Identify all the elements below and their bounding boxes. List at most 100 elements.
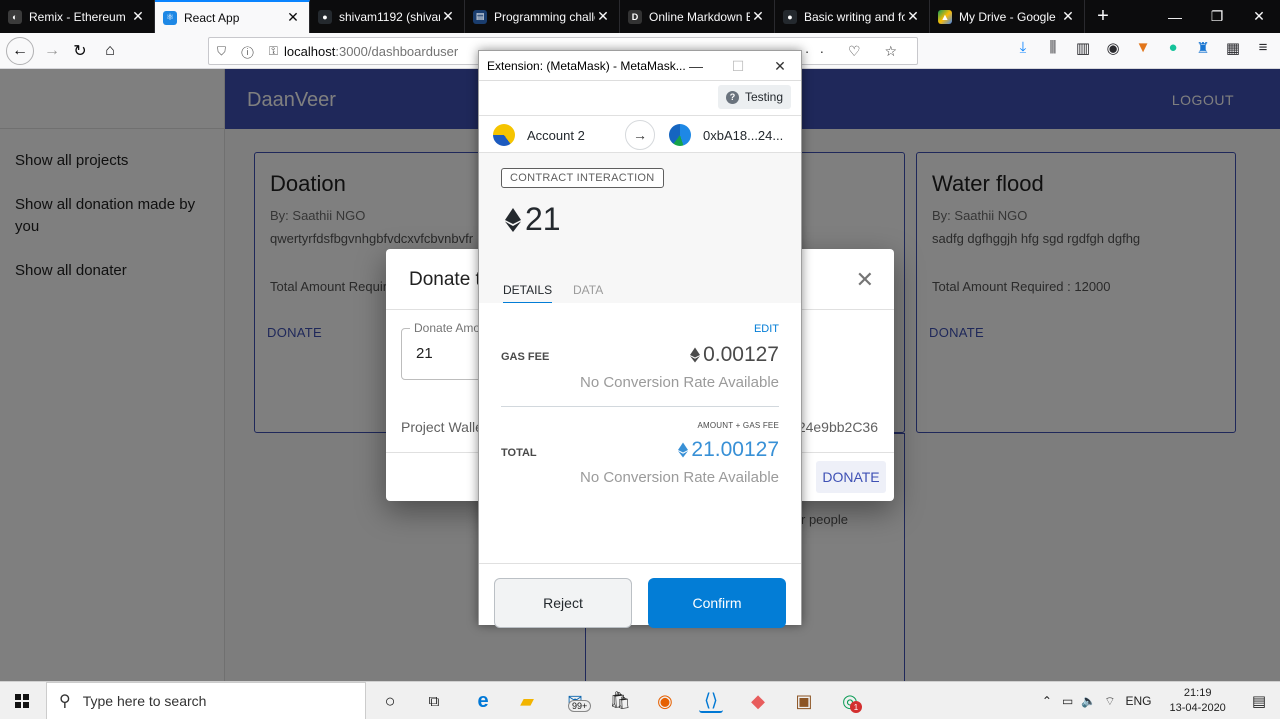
popup-title: Extension: (MetaMask) - MetaMask... bbox=[487, 58, 686, 73]
volume-icon[interactable]: 🔈 bbox=[1077, 694, 1100, 708]
maximize-button[interactable]: ❐ bbox=[1196, 0, 1238, 33]
start-button[interactable] bbox=[0, 682, 44, 719]
minimize-button[interactable]: — bbox=[675, 51, 717, 81]
amount-gas-label: AMOUNT + GAS FEE bbox=[697, 421, 779, 430]
network-selector[interactable]: ? Testing bbox=[717, 85, 791, 109]
reload-button[interactable]: ↻ bbox=[66, 37, 94, 65]
gas-conversion: No Conversion Rate Available bbox=[579, 374, 779, 391]
tab-label: shivam1192 (shivam bbox=[339, 9, 440, 24]
tab-google-drive[interactable]: ▲ My Drive - Google Drive ✕ bbox=[930, 0, 1085, 33]
detail-tabs: DETAILS DATA bbox=[479, 283, 801, 304]
library-icon[interactable]: ⫼ bbox=[1044, 39, 1062, 57]
toolbar-icons: ⤓ ⫼ ▥ ◉ ▼ ● ♜ ▦ ≡ bbox=[1014, 39, 1272, 57]
close-tab-icon[interactable]: ✕ bbox=[130, 8, 146, 25]
recipient-avatar-icon bbox=[669, 124, 691, 146]
tab-programming[interactable]: ▤ Programming challenges ✕ bbox=[465, 0, 620, 33]
minimize-button[interactable]: — bbox=[1154, 0, 1196, 33]
close-icon[interactable]: ✕ bbox=[856, 267, 874, 293]
wifi-icon[interactable]: ⌔ bbox=[1100, 694, 1119, 709]
extensions-menu-icon[interactable]: ▦ bbox=[1224, 39, 1242, 57]
dialog-donate-button[interactable]: DONATE bbox=[816, 461, 886, 493]
file-explorer-icon[interactable]: ▰ bbox=[515, 689, 539, 713]
store-icon[interactable]: 🛍 bbox=[608, 689, 632, 713]
help-icon: ? bbox=[725, 90, 739, 104]
close-tab-icon[interactable]: ✕ bbox=[750, 8, 766, 25]
ethereum-icon bbox=[678, 442, 689, 458]
app-icon[interactable]: ▣ bbox=[792, 689, 816, 713]
transaction-type-chip: CONTRACT INTERACTION bbox=[501, 168, 664, 188]
gas-fee-label: GAS FEE bbox=[501, 351, 550, 363]
extension-icon[interactable]: ♜ bbox=[1194, 39, 1212, 57]
windows-logo-icon bbox=[15, 694, 29, 708]
hamburger-menu-icon[interactable]: ≡ bbox=[1254, 39, 1272, 57]
tab-label: Remix - Ethereum IDE bbox=[29, 9, 130, 24]
account-avatar-icon bbox=[493, 124, 515, 146]
popup-titlebar: Extension: (MetaMask) - MetaMask... — ☐ … bbox=[479, 51, 801, 81]
site-info-icon[interactable]: ⛉ ⓘ ⚿ bbox=[217, 44, 284, 59]
total-label: TOTAL bbox=[501, 447, 537, 459]
github-favicon-icon: ● bbox=[783, 9, 797, 24]
sidebar-icon[interactable]: ▥ bbox=[1074, 39, 1092, 57]
tab-react-app[interactable]: ⚛ React App ✕ bbox=[155, 0, 310, 33]
tab-label: Online Markdown Editor bbox=[649, 9, 750, 24]
field-value: 21 bbox=[416, 345, 433, 362]
home-button[interactable]: ⌂ bbox=[96, 37, 124, 65]
close-tab-icon[interactable]: ✕ bbox=[285, 9, 301, 26]
new-tab-button[interactable]: + bbox=[1085, 0, 1121, 33]
taskbar-search[interactable]: ⚲ Type here to search bbox=[46, 682, 366, 719]
total-amount: 21.00127 bbox=[678, 438, 779, 462]
vscode-icon[interactable]: ⟨⟩ bbox=[699, 689, 723, 713]
amount-value: 21 bbox=[525, 201, 561, 237]
close-window-button[interactable]: ✕ bbox=[759, 51, 801, 81]
tab-data[interactable]: DATA bbox=[573, 283, 603, 297]
browser-tab-strip: ◐ Remix - Ethereum IDE ✕ ⚛ React App ✕ ●… bbox=[0, 0, 1280, 33]
reject-button[interactable]: Reject bbox=[494, 578, 632, 628]
forward-button[interactable]: → bbox=[38, 37, 66, 65]
cortana-icon[interactable]: ○ bbox=[378, 689, 402, 713]
metamask-popup: Extension: (MetaMask) - MetaMask... — ☐ … bbox=[478, 50, 802, 628]
close-tab-icon[interactable]: ✕ bbox=[1060, 8, 1076, 25]
page-actions-icon[interactable]: ··· ♡ ☆ bbox=[790, 43, 907, 60]
clock-date: 13-04-2020 bbox=[1169, 702, 1226, 714]
tab-label: React App bbox=[184, 10, 240, 25]
tab-github-profile[interactable]: ● shivam1192 (shivam ✕ bbox=[310, 0, 465, 33]
total-conversion: No Conversion Rate Available bbox=[579, 469, 779, 486]
close-tab-icon[interactable]: ✕ bbox=[905, 8, 921, 25]
search-icon: ⚲ bbox=[59, 693, 71, 710]
tab-remix[interactable]: ◐ Remix - Ethereum IDE ✕ bbox=[0, 0, 155, 33]
drive-favicon-icon: ▲ bbox=[938, 9, 952, 24]
confirm-button[interactable]: Confirm bbox=[648, 578, 786, 628]
edit-gas-button[interactable]: EDIT bbox=[754, 323, 779, 335]
notification-badge: 1 bbox=[850, 701, 862, 713]
close-tab-icon[interactable]: ✕ bbox=[595, 8, 611, 25]
task-view-icon[interactable]: ⧉ bbox=[422, 689, 446, 713]
edge-icon[interactable]: e bbox=[471, 689, 495, 713]
app-icon[interactable]: ◆ bbox=[746, 689, 770, 713]
language-indicator[interactable]: ENG bbox=[1120, 694, 1158, 708]
back-button[interactable]: ← bbox=[6, 37, 34, 65]
tab-basic-writing[interactable]: ● Basic writing and formatting ✕ bbox=[775, 0, 930, 33]
url-path: :3000/dashboarduser bbox=[335, 43, 459, 59]
transaction-summary: CONTRACT INTERACTION 21 DETAILS DATA bbox=[479, 153, 801, 304]
grammarly-icon[interactable]: ● bbox=[1164, 39, 1182, 57]
dialog-title: Donate t bbox=[409, 269, 481, 290]
close-window-button[interactable]: ✕ bbox=[1238, 0, 1280, 33]
tab-details[interactable]: DETAILS bbox=[503, 283, 553, 304]
wallet-address: 24e9bb2C36 bbox=[797, 419, 878, 435]
ethereum-icon bbox=[505, 207, 521, 232]
clock[interactable]: 21:19 13-04-2020 bbox=[1158, 686, 1238, 716]
chevron-up-icon[interactable]: ⌃ bbox=[1036, 694, 1058, 708]
notifications-icon[interactable]: ▤ bbox=[1238, 692, 1280, 710]
tab-label: Programming challenges bbox=[494, 9, 595, 24]
firefox-icon[interactable]: ◉ bbox=[653, 689, 677, 713]
battery-icon[interactable]: ▭ bbox=[1058, 694, 1077, 708]
maximize-button[interactable]: ☐ bbox=[717, 51, 759, 81]
download-icon[interactable]: ⤓ bbox=[1014, 39, 1032, 57]
account-icon[interactable]: ◉ bbox=[1104, 39, 1122, 57]
from-account-name: Account 2 bbox=[527, 127, 585, 143]
ethereum-icon bbox=[690, 347, 701, 363]
account-row: Account 2 → 0xbA18...24... bbox=[479, 115, 801, 153]
close-tab-icon[interactable]: ✕ bbox=[440, 8, 456, 25]
metamask-extension-icon[interactable]: ▼ bbox=[1134, 39, 1152, 57]
tab-markdown[interactable]: D Online Markdown Editor ✕ bbox=[620, 0, 775, 33]
